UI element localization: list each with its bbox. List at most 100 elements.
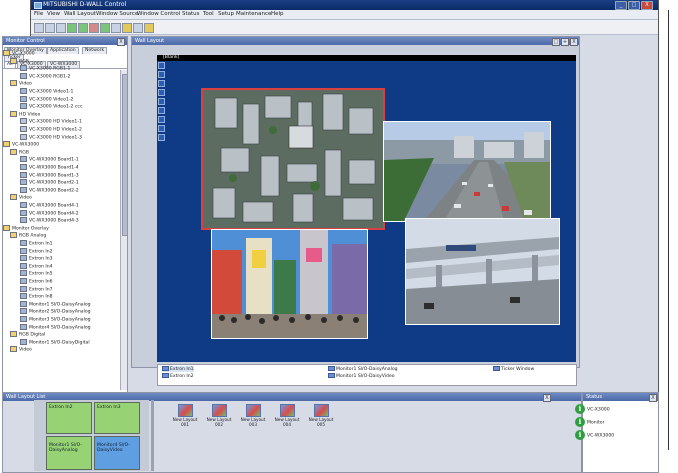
tree-node[interactable]: Monitor Overlay xyxy=(3,224,49,232)
layout-item[interactable]: New Layout 001 xyxy=(172,404,198,428)
wall-add-button[interactable]: + xyxy=(561,38,569,46)
tree-node[interactable]: Monitor1 Sl/O-DaisyAnalog xyxy=(20,300,91,308)
layout-item[interactable]: New Layout 002 xyxy=(206,404,232,428)
tool-back-icon[interactable] xyxy=(158,107,165,114)
menu-wall-layout[interactable]: Wall Layout xyxy=(64,11,96,17)
layout-item[interactable]: New Layout 003 xyxy=(240,404,266,428)
tree-node[interactable]: VC-X3000 RGB1-2 xyxy=(20,72,70,80)
layout-preview[interactable]: Extron In2 Extron In3 Monitor1 Sl/O-Dais… xyxy=(34,400,149,471)
arrange-icon[interactable] xyxy=(111,23,121,33)
tree-node[interactable]: Video xyxy=(10,80,32,87)
status-item[interactable]: i VC-X3000 xyxy=(575,404,610,414)
tree-node[interactable]: Extron In6 xyxy=(20,278,53,285)
tree-node[interactable]: VC-WX3000 Board2-2 xyxy=(20,186,79,194)
layout-list-close-button[interactable]: X xyxy=(543,394,551,402)
tree-node[interactable]: VC-X3000 xyxy=(3,50,35,57)
layout-red-icon[interactable] xyxy=(89,23,99,33)
tool-zoom-icon[interactable] xyxy=(158,89,165,96)
tree-node[interactable]: Monitor2 Sl/O-DaisyAnalog xyxy=(20,308,91,315)
wall-canvas[interactable] xyxy=(157,61,576,362)
menu-file[interactable]: File xyxy=(34,11,43,17)
layout-cell-1[interactable]: Extron In2 xyxy=(46,402,92,434)
tree-node[interactable]: VC-WX3000 Board4-1 xyxy=(20,202,79,209)
layout-split-icon[interactable] xyxy=(78,23,88,33)
tree-node[interactable]: VC-WX3000 Board1-1 xyxy=(20,156,79,163)
menu-window-source[interactable]: Window Source xyxy=(96,11,138,17)
tree-scrollbar-thumb[interactable] xyxy=(122,74,128,236)
tree-node[interactable]: VC-WX3000 Board1-3 xyxy=(20,171,79,179)
tree-node[interactable]: Monitor3 Sl/O-DaisyAnalog xyxy=(20,316,91,323)
menu-tool[interactable]: Tool xyxy=(203,11,214,17)
tree-node[interactable]: Video xyxy=(10,194,32,201)
tool-settings-icon[interactable] xyxy=(158,134,165,141)
tree-node[interactable]: RGB xyxy=(10,57,29,65)
tree-node[interactable]: Extron In8 xyxy=(20,293,53,300)
menu-view[interactable]: View xyxy=(47,11,60,17)
tree-node[interactable]: VC-X3000 HD Video1-2 xyxy=(20,126,82,133)
tree-node[interactable]: Extron In5 xyxy=(20,270,53,277)
close-window-button[interactable]: X xyxy=(641,1,653,10)
tree-node[interactable]: Video xyxy=(10,346,32,353)
video-window-street[interactable] xyxy=(211,229,368,339)
tool-front-icon[interactable] xyxy=(158,98,165,105)
tool-resize-icon[interactable] xyxy=(158,80,165,87)
tool-tile-icon[interactable] xyxy=(158,116,165,123)
tool-pointer-icon[interactable] xyxy=(158,62,165,69)
video-window-highway[interactable] xyxy=(383,121,551,222)
monitor-icon[interactable] xyxy=(34,23,44,33)
status-item[interactable]: i VC-WX3000 xyxy=(575,430,614,440)
tree-node[interactable]: VC-X3000 Video1-1 xyxy=(20,88,73,95)
tree-node[interactable]: VC-WX3000 xyxy=(3,141,39,148)
layout-cell-3[interactable]: Monitor1 Sl/O-DaisyAnalog xyxy=(46,436,92,470)
layout-cell-4[interactable]: Monitor4 Sl/O-DaisyVideo xyxy=(94,436,140,470)
video-window-aerial-city[interactable] xyxy=(201,88,385,230)
wall-source-item[interactable]: Extron In2 xyxy=(162,373,194,379)
status-item[interactable]: i Monitor xyxy=(575,417,604,427)
layout-grid-icon[interactable] xyxy=(100,23,110,33)
help-icon[interactable] xyxy=(144,23,154,33)
tool-move-icon[interactable] xyxy=(158,71,165,78)
status-close-button[interactable]: X xyxy=(649,394,657,402)
tree-node[interactable]: VC-X3000 HD Video1-3 xyxy=(20,133,82,141)
wall-source-item[interactable]: Monitor1 Sl/O-DaisyAnalog xyxy=(328,366,398,372)
tree-node[interactable]: VC-WX3000 Board1-4 xyxy=(20,164,79,171)
monitor-control-close-button[interactable]: X xyxy=(117,38,125,46)
tree-node[interactable]: Extron In2 xyxy=(20,247,53,255)
wall-source-item[interactable]: Ticker Window xyxy=(493,366,534,372)
tree-node[interactable]: Monitor4 Sl/O-DaisyAnalog xyxy=(20,323,91,331)
tree-node[interactable]: VC-X3000 HD Video1-1 xyxy=(20,118,82,125)
layout-green-icon[interactable] xyxy=(67,23,77,33)
tree-node[interactable]: VC-WX3000 Board2-1 xyxy=(20,179,79,186)
wall-close-button[interactable]: X xyxy=(570,38,578,46)
layout-item[interactable]: New Layout 004 xyxy=(274,404,300,428)
maximize-button[interactable]: □ xyxy=(628,1,640,10)
tree-node[interactable]: Extron In4 xyxy=(20,262,53,270)
tree-node[interactable]: VC-WX3000 Board4-3 xyxy=(20,217,79,224)
wall-source-item[interactable]: Monitor1 Sl/O-DaisyVideo xyxy=(328,373,395,379)
tree-node[interactable]: VC-X3000 Video1-2 ccc xyxy=(20,103,83,110)
tree-scrollbar[interactable] xyxy=(120,70,128,390)
menu-maintenance[interactable]: Maintenance xyxy=(236,11,271,17)
tree-node[interactable]: Monitor1 Sl/O-DaisyDigital xyxy=(20,338,90,346)
minimize-button[interactable]: _ xyxy=(615,1,627,10)
tree-node[interactable]: VC-WX3000 Board4-2 xyxy=(20,209,79,217)
video-window-overpass[interactable] xyxy=(405,218,560,325)
menu-setup[interactable]: Setup xyxy=(218,11,234,17)
refresh-icon[interactable] xyxy=(122,23,132,33)
tree-node[interactable]: RGB Analog xyxy=(10,232,46,239)
layout-item[interactable]: New Layout 005 xyxy=(308,404,334,428)
tree-node[interactable]: Extron In1 xyxy=(20,240,53,247)
tree-node[interactable]: VC-X3000 RGB1-1 xyxy=(20,65,70,72)
tree-node[interactable]: RGB xyxy=(10,148,29,156)
tree-node[interactable]: Extron In3 xyxy=(20,255,53,262)
tree-node[interactable]: RGB Digital xyxy=(10,331,45,338)
open-icon[interactable] xyxy=(56,23,66,33)
tree-node[interactable]: VC-X3000 Video1-2 xyxy=(20,95,73,103)
tree-node[interactable]: Extron In7 xyxy=(20,285,53,293)
layout-cell-2[interactable]: Extron In3 xyxy=(94,402,140,434)
wall-source-item[interactable]: Extron In1 xyxy=(162,366,194,372)
menu-help[interactable]: Help xyxy=(271,11,284,17)
tree-node[interactable]: HD Video xyxy=(10,110,40,118)
menu-window-control[interactable]: Window Control xyxy=(137,11,180,17)
save-icon[interactable] xyxy=(45,23,55,33)
